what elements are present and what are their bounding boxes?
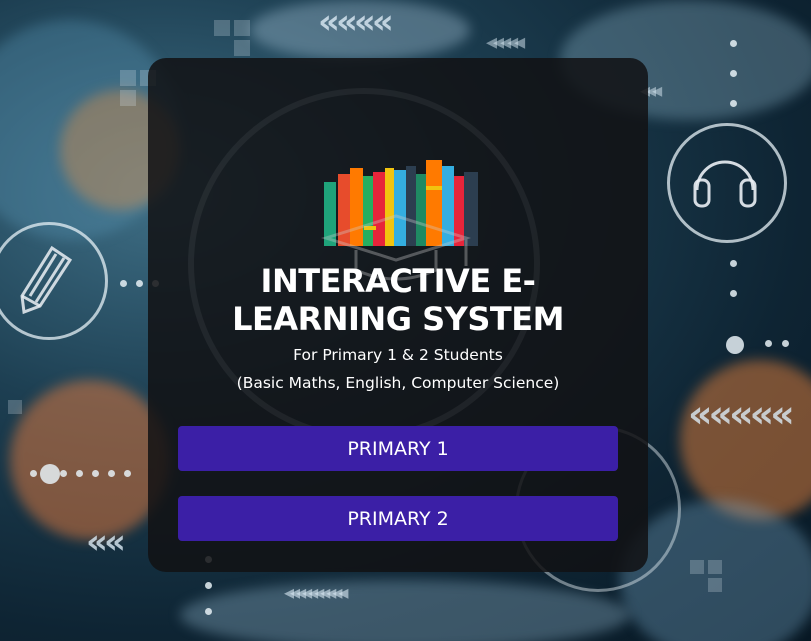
chevrons-decoration: «« [86, 522, 126, 562]
chevrons-decoration: «««« [318, 2, 394, 42]
page-title: INTERACTIVE E- LEARNING SYSTEM [148, 262, 648, 338]
subtitle-audience: For Primary 1 & 2 Students [293, 346, 503, 364]
pencil-icon [20, 245, 73, 315]
headphones-icon [693, 160, 757, 208]
title-line-2: LEARNING SYSTEM [232, 300, 564, 338]
primary-2-button[interactable]: PRIMARY 2 [178, 496, 618, 541]
primary-1-button[interactable]: PRIMARY 1 [178, 426, 618, 471]
title-line-1: INTERACTIVE E- [260, 262, 536, 300]
chevrons-decoration: ««««« [688, 392, 795, 436]
chevrons-decoration: ◂◂◂◂◂◂◂◂◂◂ [284, 580, 348, 604]
chevrons-decoration: ◂◂◂◂◂ [486, 30, 525, 55]
hero-card: INTERACTIVE E- LEARNING SYSTEM For Prima… [148, 58, 648, 572]
subtitle-subjects: (Basic Maths, English, Computer Science) [236, 374, 560, 392]
